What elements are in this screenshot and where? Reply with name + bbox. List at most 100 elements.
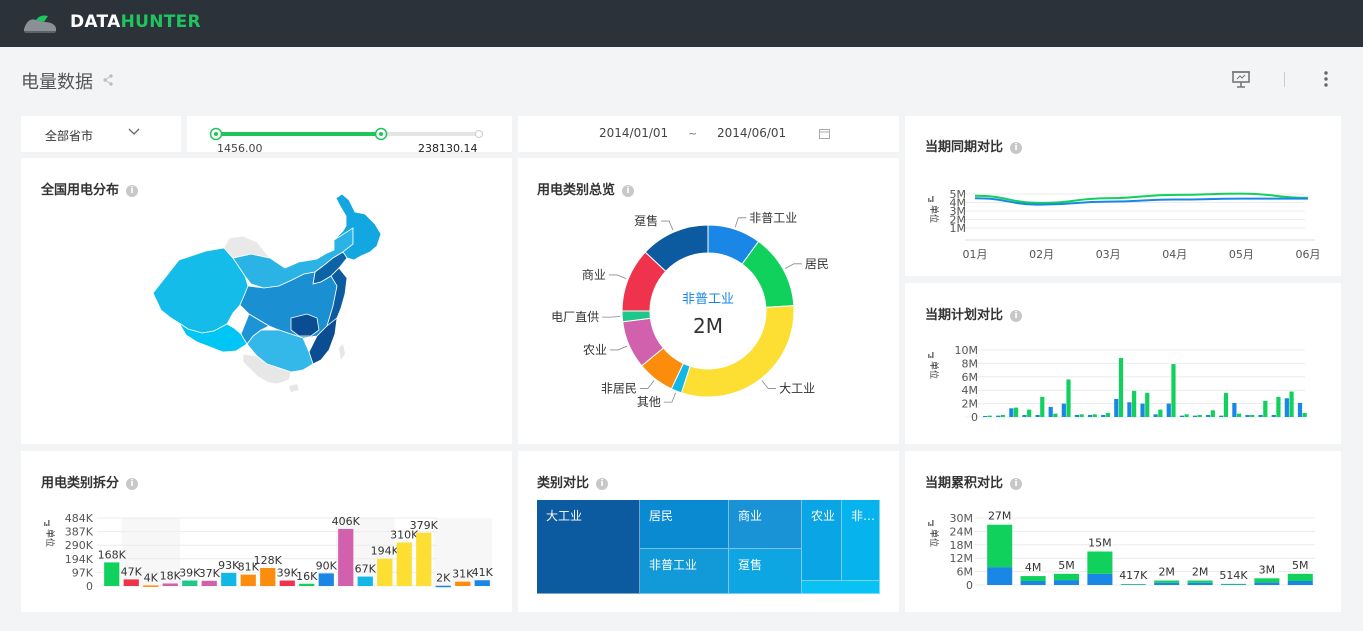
date-start[interactable]: 2014/01/01 xyxy=(599,126,668,140)
bar[interactable] xyxy=(1284,398,1289,417)
bar[interactable] xyxy=(1210,410,1215,417)
stacked-bar-segment[interactable] xyxy=(1087,551,1113,574)
bar[interactable] xyxy=(104,562,120,586)
bar[interactable] xyxy=(1250,414,1255,417)
stacked-bar-segment[interactable] xyxy=(1020,576,1046,581)
bar[interactable] xyxy=(1219,415,1224,417)
treemap-cell[interactable] xyxy=(802,581,880,594)
bar[interactable] xyxy=(201,580,217,586)
bar[interactable] xyxy=(221,572,237,586)
china-map[interactable] xyxy=(21,158,512,444)
bar[interactable] xyxy=(1276,396,1281,417)
bar[interactable] xyxy=(1289,391,1294,417)
bar[interactable] xyxy=(1040,396,1045,417)
more-vertical-icon[interactable] xyxy=(1322,70,1330,88)
bar[interactable] xyxy=(996,415,1001,417)
bar[interactable] xyxy=(1105,412,1110,417)
bar[interactable] xyxy=(1140,403,1145,417)
stacked-bar-segment[interactable] xyxy=(1154,582,1180,585)
stacked-bar-segment[interactable] xyxy=(1220,583,1247,585)
presentation-icon[interactable] xyxy=(1231,70,1251,88)
stacked-bar-segment[interactable] xyxy=(987,524,1013,568)
bar[interactable] xyxy=(143,585,159,587)
bar[interactable] xyxy=(1022,414,1027,417)
bar[interactable] xyxy=(1206,414,1211,417)
bar[interactable] xyxy=(1118,358,1124,417)
stacked-bar-segment[interactable] xyxy=(1187,582,1213,585)
treemap-cell[interactable]: 农业 xyxy=(802,500,842,581)
bar[interactable] xyxy=(435,585,451,588)
share-icon[interactable] xyxy=(103,74,113,86)
bar[interactable] xyxy=(1101,414,1106,417)
bar[interactable] xyxy=(318,573,334,586)
bar[interactable] xyxy=(455,581,471,586)
stacked-bar-segment[interactable] xyxy=(1287,580,1313,585)
bar[interactable] xyxy=(1027,409,1032,417)
bar[interactable] xyxy=(1179,415,1184,417)
plan-bar-chart[interactable]: 10M8M6M4M2M0 单位 xyxy=(905,283,1341,444)
bar[interactable] xyxy=(983,415,988,417)
bar[interactable] xyxy=(1114,398,1119,417)
cumulative-bar-chart[interactable]: 30M24M18M12M6M0 单位 27M 4M 5M 15M 417K 2M 2M 514K 3… xyxy=(905,451,1341,612)
bar[interactable] xyxy=(416,532,432,586)
stacked-bar-segment[interactable] xyxy=(1154,580,1180,583)
stacked-bar-segment[interactable] xyxy=(1087,573,1113,585)
bar[interactable] xyxy=(1245,414,1250,417)
date-end[interactable]: 2014/06/01 xyxy=(717,126,786,140)
bar[interactable] xyxy=(1048,406,1053,417)
bar[interactable] xyxy=(1192,415,1198,417)
bar[interactable] xyxy=(1153,414,1158,417)
bar[interactable] xyxy=(1184,414,1189,417)
bar[interactable] xyxy=(162,583,178,586)
chevron-down-icon[interactable] xyxy=(128,128,140,136)
split-bar-chart[interactable]: 484K387K290K194K97K0单位168K47K 4K 18K39K37K… xyxy=(21,451,512,612)
bar[interactable] xyxy=(1092,414,1097,417)
bar[interactable] xyxy=(474,580,490,586)
bar[interactable] xyxy=(299,583,315,586)
bar[interactable] xyxy=(338,528,354,586)
bar[interactable] xyxy=(1127,402,1132,417)
stacked-bar-segment[interactable] xyxy=(1254,578,1280,583)
bar[interactable] xyxy=(1271,414,1276,417)
bar[interactable] xyxy=(1132,390,1137,417)
treemap-cell[interactable]: 非普工业 xyxy=(640,549,729,594)
bar[interactable] xyxy=(1074,414,1080,417)
bar[interactable] xyxy=(1087,414,1093,417)
bar[interactable] xyxy=(357,576,373,586)
bar[interactable] xyxy=(1066,379,1071,417)
treemap-cell[interactable]: 非… xyxy=(842,500,880,581)
bar[interactable] xyxy=(1223,392,1229,417)
bar[interactable] xyxy=(240,574,256,586)
calendar-icon[interactable] xyxy=(819,128,830,139)
bar[interactable] xyxy=(260,568,276,586)
bar[interactable] xyxy=(1000,414,1006,417)
bar[interactable] xyxy=(1079,414,1084,417)
bar[interactable] xyxy=(1158,409,1163,417)
bar[interactable] xyxy=(1232,402,1237,417)
bar[interactable] xyxy=(123,579,139,586)
info-icon[interactable]: i xyxy=(596,478,609,490)
bar[interactable] xyxy=(279,580,295,586)
bar[interactable] xyxy=(396,542,412,586)
bar[interactable] xyxy=(182,580,198,586)
bar[interactable] xyxy=(1145,392,1150,417)
treemap-cell[interactable]: 居民 xyxy=(640,500,729,549)
bar[interactable] xyxy=(1263,400,1268,417)
bar[interactable] xyxy=(1009,408,1014,417)
brand-logo-text[interactable]: DATAHUNTER xyxy=(70,12,201,32)
bar[interactable] xyxy=(1197,414,1202,417)
stacked-bar-segment[interactable] xyxy=(1187,580,1213,583)
bar[interactable] xyxy=(1035,414,1040,417)
stacked-bar-segment[interactable] xyxy=(1254,582,1280,585)
stacked-bar-segment[interactable] xyxy=(1020,580,1046,585)
treemap-cell[interactable]: 商业 xyxy=(729,500,802,549)
date-range-picker[interactable] xyxy=(518,116,899,152)
bar[interactable] xyxy=(1166,403,1171,417)
bar[interactable] xyxy=(1053,413,1058,417)
bar[interactable] xyxy=(987,415,992,417)
bar[interactable] xyxy=(377,558,393,586)
bar[interactable] xyxy=(1013,407,1019,417)
bar[interactable] xyxy=(1236,413,1242,417)
map-region-hubei[interactable] xyxy=(290,313,320,337)
stacked-bar-segment[interactable] xyxy=(1220,584,1247,585)
